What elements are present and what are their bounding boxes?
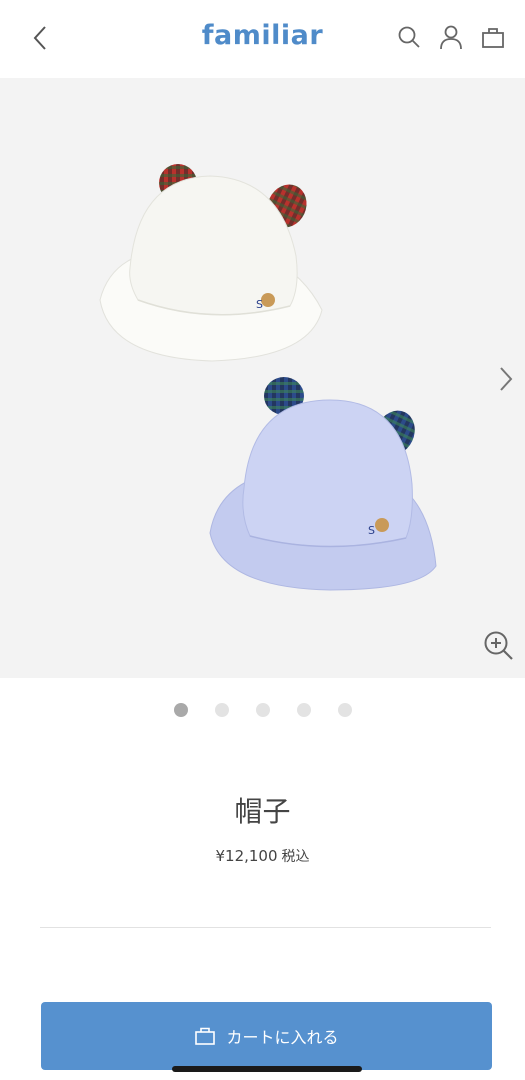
app-header: familiar bbox=[0, 0, 525, 78]
shopping-bag-icon bbox=[482, 28, 504, 48]
product-image: S S bbox=[99, 164, 437, 591]
add-to-cart-label: カートに入れる bbox=[226, 1028, 339, 1047]
next-image-button[interactable] bbox=[495, 364, 517, 394]
svg-text:S: S bbox=[368, 524, 375, 537]
chevron-right-icon bbox=[500, 367, 513, 391]
gallery-pagination bbox=[0, 703, 525, 717]
svg-text:S: S bbox=[256, 298, 263, 311]
account-icon bbox=[440, 25, 462, 50]
product-price-row: ¥12,100 税込 bbox=[0, 846, 525, 866]
add-to-cart-button[interactable]: カートに入れる bbox=[41, 1002, 492, 1070]
product-price: ¥12,100 bbox=[215, 847, 278, 865]
zoom-in-icon bbox=[484, 631, 513, 660]
account-button[interactable] bbox=[437, 22, 465, 52]
pagination-dot[interactable] bbox=[337, 703, 352, 717]
header-actions bbox=[395, 22, 507, 52]
home-indicator bbox=[172, 1066, 362, 1072]
pagination-dot[interactable] bbox=[296, 703, 311, 717]
tax-label: 税込 bbox=[281, 849, 310, 865]
pagination-dot[interactable] bbox=[255, 703, 270, 717]
search-icon bbox=[398, 26, 420, 48]
white-hat: S bbox=[99, 164, 323, 362]
blue-hat: S bbox=[209, 377, 437, 591]
pagination-dot[interactable] bbox=[173, 703, 188, 717]
divider bbox=[40, 927, 491, 928]
product-title: 帽子 bbox=[234, 795, 291, 828]
cart-button[interactable] bbox=[479, 22, 507, 52]
zoom-button[interactable] bbox=[483, 630, 515, 662]
product-image-gallery[interactable]: S S bbox=[0, 78, 525, 678]
search-button[interactable] bbox=[395, 22, 423, 52]
pagination-dot[interactable] bbox=[214, 703, 229, 717]
cart-bag-icon bbox=[195, 1027, 216, 1045]
